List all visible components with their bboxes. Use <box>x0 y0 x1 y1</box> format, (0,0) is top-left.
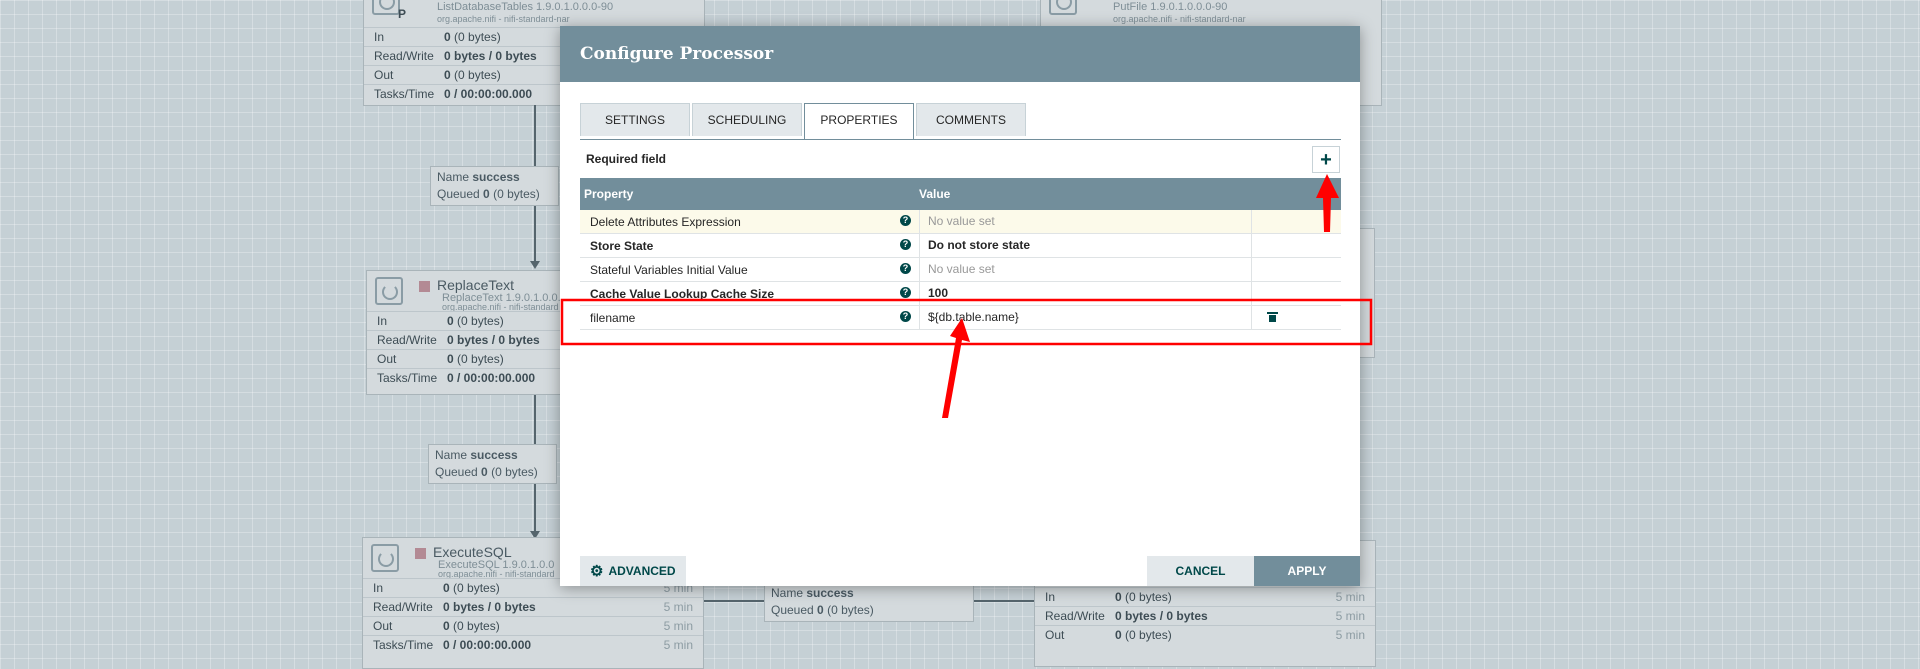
column-header-property[interactable]: Property <box>584 187 633 201</box>
property-name: Delete Attributes Expression <box>590 215 741 229</box>
processor-badge: P <box>398 7 407 21</box>
delete-property-icon[interactable] <box>1267 312 1278 322</box>
processor-type: PutFile 1.9.0.1.0.0.0-90 <box>1113 1 1228 13</box>
connection-label-success-1[interactable]: Name success Queued 0 (0 bytes) <box>430 166 559 206</box>
property-name: Cache Value Lookup Cache Size <box>590 287 775 301</box>
property-value[interactable]: ${db.table.name} <box>919 306 1252 329</box>
processor-icon <box>1049 0 1077 15</box>
processor-bundle: org.apache.nifi - nifi-standard-nar <box>1113 14 1246 24</box>
help-icon[interactable]: ? <box>900 239 911 250</box>
processor-bundle: org.apache.nifi - nifi-standard-nar <box>437 14 570 24</box>
processor-icon <box>375 277 403 305</box>
help-icon[interactable]: ? <box>900 215 911 226</box>
gear-icon: ⚙ <box>590 563 604 580</box>
property-value[interactable]: No value set <box>919 258 1252 281</box>
stat-row-out: Out 0 (0 bytes) 5 min <box>363 616 703 635</box>
required-field-label: Required field <box>586 152 667 166</box>
processor-name: ExecuteSQL <box>433 544 512 560</box>
processor-type: ListDatabaseTables 1.9.0.1.0.0.0-90 <box>437 1 614 13</box>
table-row[interactable]: Cache Value Lookup Cache Size ? 100 <box>580 282 1341 306</box>
dialog-title: Configure Processor <box>560 26 1360 82</box>
connection-label-success-3[interactable]: Name success Queued 0 (0 bytes) <box>764 582 974 622</box>
stat-row-read-write: Read/Write 0 bytes / 0 bytes 5 min <box>363 597 703 616</box>
plus-icon: + <box>1320 149 1332 171</box>
tab-bar: Settings Scheduling Properties Comments <box>580 103 1341 140</box>
advanced-button[interactable]: ⚙ ADVANCED <box>580 556 686 586</box>
stat-row-in: In 0 (0 bytes) 5 min <box>1035 587 1375 606</box>
stat-row-read-write: Read/Write 0 bytes / 0 bytes 5 min <box>1035 606 1375 625</box>
configure-processor-dialog: Configure Processor Settings Scheduling … <box>560 26 1360 586</box>
tab-scheduling[interactable]: Scheduling <box>692 103 802 136</box>
add-property-button[interactable]: + <box>1312 146 1340 173</box>
apply-button[interactable]: APPLY <box>1254 556 1360 586</box>
stopped-icon <box>415 548 426 559</box>
table-row[interactable]: Stateful Variables Initial Value ? No va… <box>580 258 1341 282</box>
property-value[interactable]: Do not store state <box>919 234 1252 257</box>
property-value[interactable]: No value set <box>919 210 1252 233</box>
help-icon[interactable]: ? <box>900 287 911 298</box>
properties-table: Property Value Delete Attributes Express… <box>580 178 1341 330</box>
property-name: Store State <box>590 239 654 253</box>
processor-icon <box>371 544 399 572</box>
tab-settings[interactable]: Settings <box>580 103 690 136</box>
help-icon[interactable]: ? <box>900 263 911 274</box>
properties-table-header: Property Value <box>580 178 1341 210</box>
stat-row-tasks: Tasks/Time 0 / 00:00:00.000 5 min <box>363 635 703 654</box>
stat-row-out: Out 0 (0 bytes) 5 min <box>1035 625 1375 644</box>
column-header-value[interactable]: Value <box>919 187 950 201</box>
property-value[interactable]: 100 <box>919 282 1252 305</box>
processor-icon <box>372 0 400 15</box>
connection-label-success-2[interactable]: Name success Queued 0 (0 bytes) <box>428 444 557 484</box>
table-row[interactable]: Store State ? Do not store state <box>580 234 1341 258</box>
cancel-button[interactable]: CANCEL <box>1147 556 1254 586</box>
processor-name: ReplaceText <box>437 277 515 293</box>
property-name: Stateful Variables Initial Value <box>590 263 748 277</box>
tab-properties[interactable]: Properties <box>804 103 914 139</box>
table-row[interactable]: filename ? ${db.table.name} <box>580 306 1341 330</box>
tab-comments[interactable]: Comments <box>916 103 1026 136</box>
help-icon[interactable]: ? <box>900 311 911 322</box>
stopped-icon <box>419 281 430 292</box>
table-row[interactable]: Delete Attributes Expression ? No value … <box>580 210 1341 234</box>
property-name: filename <box>590 311 636 325</box>
